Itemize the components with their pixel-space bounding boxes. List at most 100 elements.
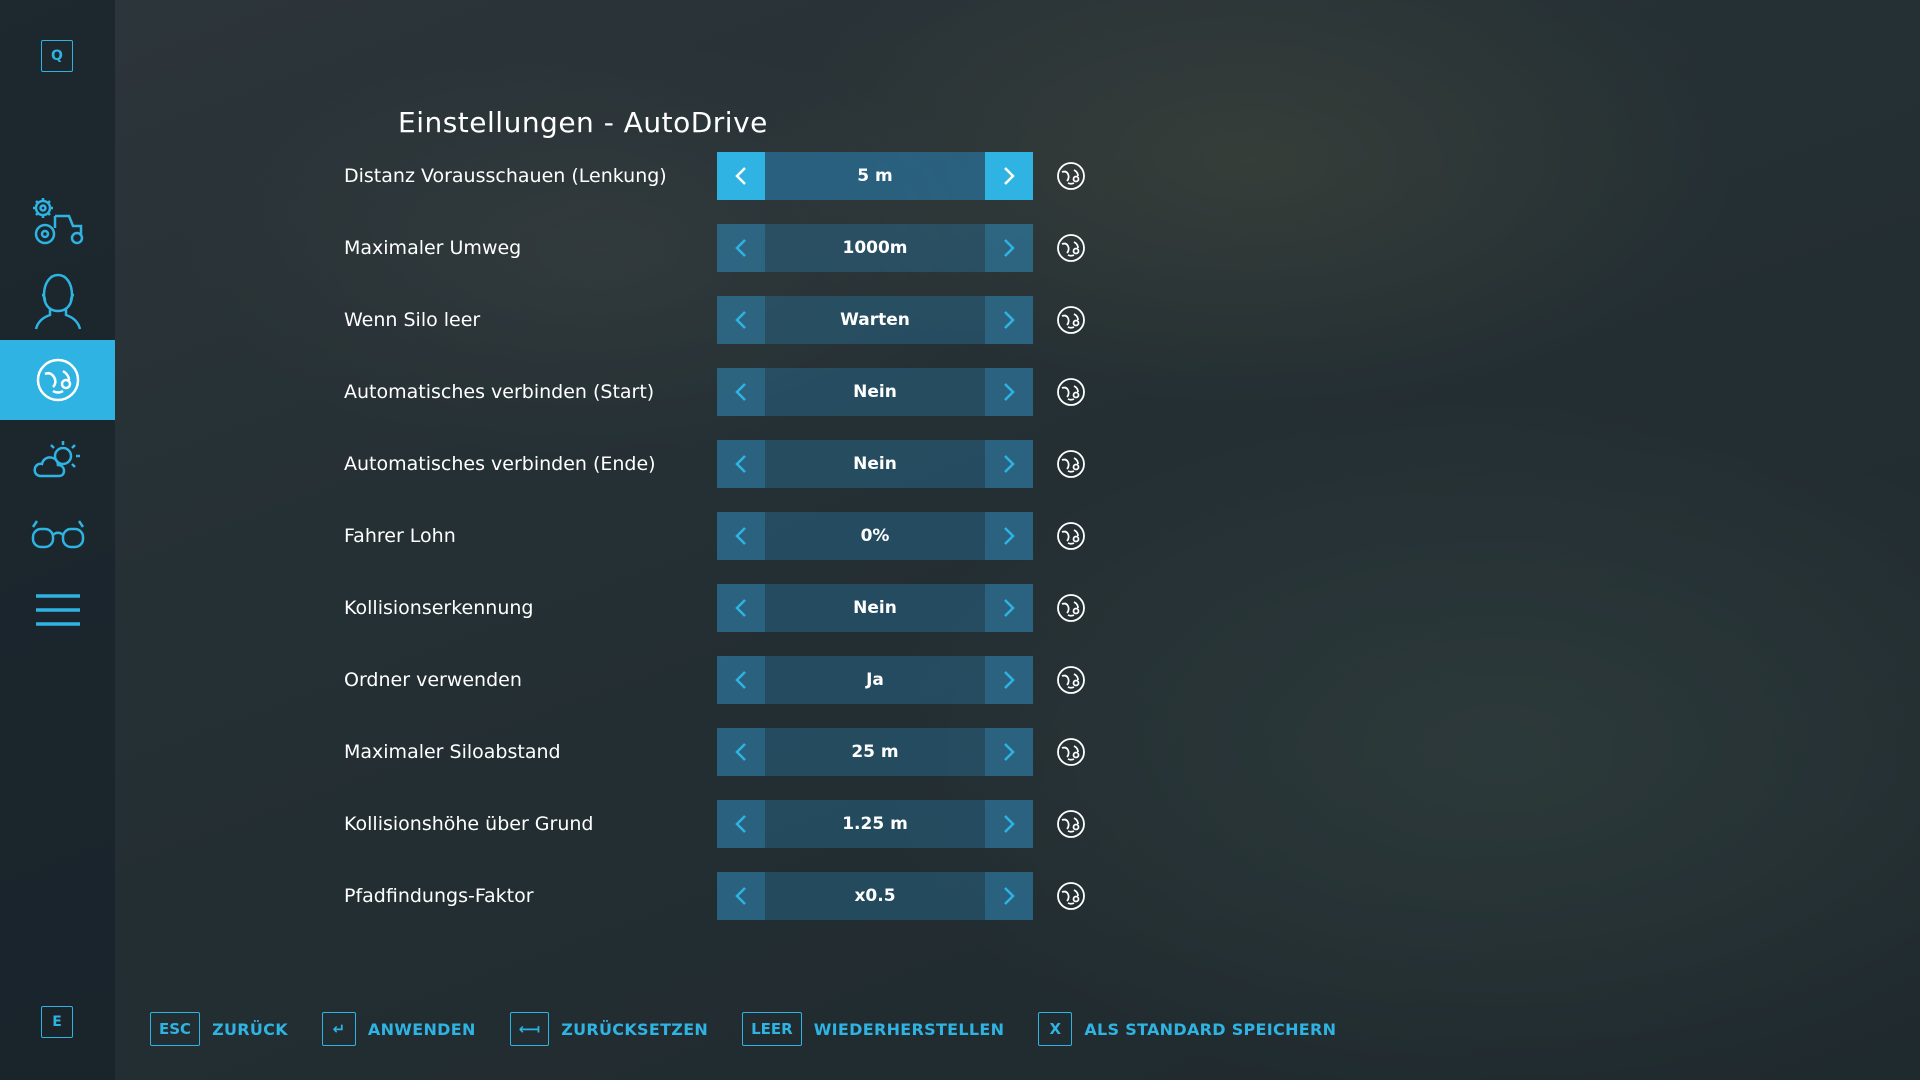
- autodrive-icon: [36, 358, 79, 402]
- setting-value: 1000m: [765, 224, 985, 272]
- increase-button[interactable]: [985, 512, 1033, 560]
- setting-value: Warten: [765, 296, 985, 344]
- increase-button[interactable]: [985, 440, 1033, 488]
- sidebar-item-menu[interactable]: [0, 570, 115, 650]
- setting-value: Nein: [765, 584, 985, 632]
- autodrive-icon: [1057, 378, 1085, 406]
- action-label: ZURÜCK: [212, 1019, 288, 1039]
- action-label: ANWENDEN: [367, 1019, 476, 1039]
- chevron-left-icon: [735, 239, 746, 257]
- chevron-right-icon: [1004, 311, 1015, 329]
- setting-label: Fahrer Lohn: [344, 525, 456, 547]
- setting-label: Maximaler Umweg: [344, 237, 522, 259]
- setting-stepper: x0.5: [717, 872, 1033, 920]
- chevron-left-icon: [735, 743, 746, 761]
- increase-button[interactable]: [985, 800, 1033, 848]
- keycap: ⟻: [509, 1012, 550, 1046]
- chevron-right-icon: [1004, 743, 1015, 761]
- setting-stepper: 25 m: [717, 728, 1033, 776]
- page-title: Einstellungen - AutoDrive: [398, 106, 768, 139]
- back-button[interactable]: ESC ZURÜCK: [150, 1012, 288, 1046]
- footer-actions: ESC ZURÜCK ↵ ANWENDEN ⟻ ZURÜCKSETZEN LEE…: [150, 1011, 1370, 1047]
- setting-stepper: Warten: [717, 296, 1033, 344]
- setting-row: Automatisches verbinden (Ende) Nein: [344, 440, 1104, 488]
- autodrive-icon: [1057, 810, 1085, 838]
- chevron-right-icon: [1004, 599, 1015, 617]
- action-label: ZURÜCKSETZEN: [561, 1019, 709, 1039]
- decrease-button[interactable]: [717, 440, 765, 488]
- autodrive-icon: [1057, 738, 1085, 766]
- autodrive-icon: [1057, 450, 1085, 478]
- reset-button[interactable]: ⟻ ZURÜCKSETZEN: [509, 1012, 709, 1046]
- increase-button[interactable]: [985, 296, 1033, 344]
- chevron-left-icon: [735, 815, 746, 833]
- setting-stepper: Nein: [717, 584, 1033, 632]
- chevron-right-icon: [1004, 671, 1015, 689]
- increase-button[interactable]: [985, 584, 1033, 632]
- setting-row: Distanz Vorausschauen (Lenkung) 5 m: [344, 152, 1104, 200]
- keycap: ESC: [150, 1012, 201, 1046]
- chevron-left-icon: [735, 383, 746, 401]
- menu-icon: [35, 594, 80, 626]
- keycap: ↵: [321, 1012, 356, 1046]
- apply-button[interactable]: ↵ ANWENDEN: [321, 1012, 476, 1046]
- setting-stepper: 5 m: [717, 152, 1033, 200]
- sidebar-item-glasses[interactable]: [0, 495, 115, 575]
- farmer-head-icon: [34, 273, 81, 330]
- setting-row: Maximaler Siloabstand 25 m: [344, 728, 1104, 776]
- tractor-gear-icon: [32, 198, 83, 245]
- decrease-button[interactable]: [717, 512, 765, 560]
- setting-label: Pfadfindungs-Faktor: [344, 885, 534, 907]
- setting-row: Pfadfindungs-Faktor x0.5: [344, 872, 1104, 920]
- decrease-button[interactable]: [717, 584, 765, 632]
- prev-page-key[interactable]: Q: [41, 40, 73, 72]
- setting-label: Maximaler Siloabstand: [344, 741, 561, 763]
- keycap: X: [1038, 1012, 1073, 1046]
- setting-stepper: 1.25 m: [717, 800, 1033, 848]
- setting-label: Distanz Vorausschauen (Lenkung): [344, 165, 667, 187]
- setting-label: Automatisches verbinden (Ende): [344, 453, 656, 475]
- decrease-button[interactable]: [717, 152, 765, 200]
- setting-value: 25 m: [765, 728, 985, 776]
- decrease-button[interactable]: [717, 800, 765, 848]
- setting-row: Automatisches verbinden (Start) Nein: [344, 368, 1104, 416]
- increase-button[interactable]: [985, 656, 1033, 704]
- decrease-button[interactable]: [717, 368, 765, 416]
- chevron-left-icon: [735, 311, 746, 329]
- next-page-key[interactable]: E: [41, 1006, 73, 1038]
- setting-label: Ordner verwenden: [344, 669, 522, 691]
- sidebar-item-weather[interactable]: [0, 420, 115, 500]
- sidebar-item-autodrive[interactable]: [0, 340, 115, 420]
- setting-stepper: Nein: [717, 368, 1033, 416]
- chevron-left-icon: [735, 671, 746, 689]
- setting-label: Automatisches verbinden (Start): [344, 381, 655, 403]
- chevron-right-icon: [1004, 887, 1015, 905]
- increase-button[interactable]: [985, 152, 1033, 200]
- setting-label: Kollisionshöhe über Grund: [344, 813, 594, 835]
- sidebar-item-farmer[interactable]: [0, 260, 115, 340]
- chevron-left-icon: [735, 527, 746, 545]
- glasses-icon: [31, 520, 84, 549]
- autodrive-icon: [1057, 306, 1085, 334]
- setting-row: Wenn Silo leer Warten: [344, 296, 1104, 344]
- chevron-right-icon: [1004, 455, 1015, 473]
- action-label: ALS STANDARD SPEICHERN: [1084, 1019, 1337, 1039]
- decrease-button[interactable]: [717, 296, 765, 344]
- increase-button[interactable]: [985, 728, 1033, 776]
- restore-button[interactable]: LEER WIEDERHERSTELLEN: [742, 1012, 1004, 1046]
- setting-row: Ordner verwenden Ja: [344, 656, 1104, 704]
- decrease-button[interactable]: [717, 656, 765, 704]
- increase-button[interactable]: [985, 872, 1033, 920]
- decrease-button[interactable]: [717, 728, 765, 776]
- increase-button[interactable]: [985, 224, 1033, 272]
- chevron-left-icon: [735, 455, 746, 473]
- decrease-button[interactable]: [717, 872, 765, 920]
- decrease-button[interactable]: [717, 224, 765, 272]
- sidebar-item-vehicles[interactable]: [0, 180, 115, 260]
- chevron-right-icon: [1004, 527, 1015, 545]
- increase-button[interactable]: [985, 368, 1033, 416]
- autodrive-icon: [1057, 666, 1085, 694]
- save-default-button[interactable]: X ALS STANDARD SPEICHERN: [1038, 1012, 1336, 1046]
- setting-value: 5 m: [765, 152, 985, 200]
- sidebar: Q E: [0, 0, 115, 1080]
